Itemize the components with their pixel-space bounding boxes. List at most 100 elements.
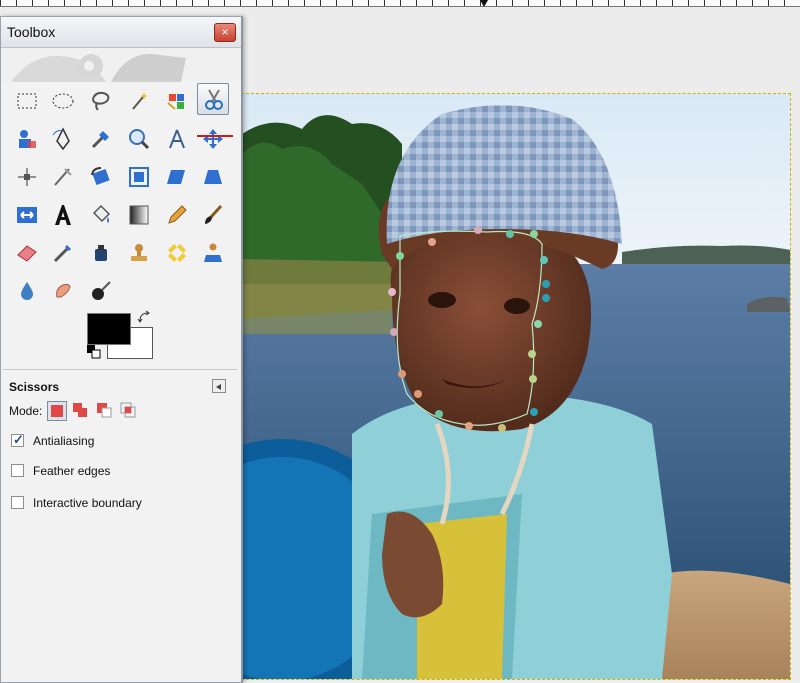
options-separator bbox=[3, 369, 237, 370]
perspective-tool[interactable] bbox=[197, 161, 229, 193]
zoom-tool[interactable] bbox=[123, 123, 155, 155]
ruler-pointer-marker bbox=[480, 0, 488, 7]
perspective-clone-tool[interactable] bbox=[197, 237, 229, 269]
blur-sharpen-tool[interactable] bbox=[11, 275, 43, 307]
pencil-icon bbox=[168, 205, 187, 224]
ellipse-select-tool[interactable] bbox=[47, 85, 79, 117]
water-drop-icon bbox=[21, 282, 33, 300]
bucket-icon bbox=[92, 204, 111, 223]
toolbox-title: Toolbox bbox=[7, 24, 56, 40]
tool-options-title: Scissors bbox=[9, 380, 60, 394]
mode-replace-button[interactable] bbox=[47, 401, 67, 421]
bucket-fill-tool[interactable] bbox=[85, 199, 117, 231]
triangle-left-icon bbox=[216, 384, 221, 390]
scissors-select-tool[interactable] bbox=[197, 83, 229, 115]
blend-tool[interactable] bbox=[123, 199, 155, 231]
antialiasing-checkbox[interactable]: ✓ bbox=[11, 432, 24, 447]
select-by-color-tool[interactable] bbox=[161, 85, 193, 117]
shear-tool[interactable] bbox=[161, 161, 193, 193]
color-area bbox=[87, 310, 153, 363]
eraser-icon bbox=[17, 245, 37, 262]
stamp-icon bbox=[131, 244, 147, 261]
dodge-burn-tool[interactable] bbox=[85, 275, 117, 307]
flip-tool[interactable] bbox=[11, 199, 43, 231]
perspective-icon bbox=[204, 170, 222, 184]
bandage-icon bbox=[168, 244, 186, 262]
mode-replace-icon bbox=[51, 405, 63, 417]
scissors-icon bbox=[205, 89, 223, 110]
tool-options-menu-button[interactable] bbox=[212, 379, 226, 393]
mode-add-button[interactable] bbox=[71, 401, 91, 421]
align-icon bbox=[18, 168, 36, 186]
compass-icon bbox=[169, 129, 185, 149]
scale-tool[interactable] bbox=[123, 161, 155, 193]
heal-tool[interactable] bbox=[161, 237, 193, 269]
eraser-tool[interactable] bbox=[11, 237, 43, 269]
interactive-boundary-checkbox[interactable] bbox=[11, 496, 24, 509]
toolbox-window: Toolbox × Scissors Mode: ✓ Antialiasing … bbox=[0, 16, 243, 683]
antialiasing-label: Antialiasing bbox=[33, 434, 95, 448]
active-tool-indicator bbox=[197, 135, 233, 137]
lasso-icon bbox=[92, 91, 110, 111]
text-tool[interactable] bbox=[47, 199, 79, 231]
paintbrush-tool[interactable] bbox=[197, 199, 229, 231]
move-tool[interactable] bbox=[197, 123, 229, 155]
text-a-icon bbox=[55, 205, 71, 225]
paths-pen-icon bbox=[52, 127, 70, 151]
rotate-tool[interactable] bbox=[85, 161, 117, 193]
rotate-icon bbox=[91, 167, 110, 186]
mode-intersect-icon bbox=[120, 402, 136, 418]
brush-icon bbox=[205, 204, 223, 224]
airbrush-tool[interactable] bbox=[47, 237, 79, 269]
magic-wand-icon bbox=[132, 92, 148, 110]
scale-icon bbox=[129, 167, 149, 187]
reset-colors-icon[interactable] bbox=[87, 345, 101, 359]
eyedropper-icon bbox=[91, 131, 109, 149]
mode-subtract-icon bbox=[97, 403, 112, 418]
free-select-tool[interactable] bbox=[85, 85, 117, 117]
align-tool[interactable] bbox=[11, 161, 43, 193]
wilber-drop-area[interactable] bbox=[1, 48, 241, 82]
mode-subtract-button[interactable] bbox=[95, 401, 115, 421]
toolbox-titlebar[interactable]: Toolbox × bbox=[1, 17, 241, 48]
horizontal-ruler bbox=[0, 0, 800, 7]
foreground-color-swatch[interactable] bbox=[87, 313, 131, 345]
foreground-select-tool[interactable] bbox=[11, 123, 43, 155]
smudge-finger-icon bbox=[56, 283, 71, 298]
ellipse-select-icon bbox=[52, 93, 74, 109]
fuzzy-select-tool[interactable] bbox=[123, 85, 155, 117]
interactive-boundary-label: Interactive boundary bbox=[33, 496, 142, 510]
image-canvas[interactable] bbox=[241, 93, 791, 680]
checkmark-icon: ✓ bbox=[13, 432, 24, 447]
ink-tool[interactable] bbox=[85, 237, 117, 269]
foreground-select-icon bbox=[19, 130, 36, 148]
ink-bottle-icon bbox=[95, 245, 107, 261]
photo-child-at-beach[interactable] bbox=[242, 94, 790, 679]
color-picker-tool[interactable] bbox=[85, 123, 117, 155]
dodge-burn-icon bbox=[92, 281, 111, 300]
mode-add-icon bbox=[73, 403, 87, 417]
swap-colors-icon[interactable] bbox=[137, 309, 153, 325]
smudge-tool[interactable] bbox=[47, 275, 79, 307]
crop-knife-icon bbox=[54, 168, 72, 186]
pencil-tool[interactable] bbox=[161, 199, 193, 231]
mode-label: Mode: bbox=[9, 404, 43, 418]
clone-tool[interactable] bbox=[123, 237, 155, 269]
crop-tool[interactable] bbox=[47, 161, 79, 193]
paths-tool[interactable] bbox=[47, 123, 79, 155]
feather-edges-label: Feather edges bbox=[33, 464, 111, 478]
rect-select-tool[interactable] bbox=[11, 85, 43, 117]
select-by-color-icon bbox=[167, 94, 184, 110]
perspective-stamp-icon bbox=[204, 243, 222, 262]
measure-tool[interactable] bbox=[161, 123, 193, 155]
mode-intersect-button[interactable] bbox=[119, 401, 139, 421]
shear-icon bbox=[167, 170, 185, 184]
feather-edges-checkbox[interactable] bbox=[11, 464, 24, 477]
airbrush-icon bbox=[53, 245, 71, 263]
wilber-logo-icon bbox=[11, 53, 186, 82]
move-arrows-icon bbox=[203, 129, 223, 149]
flip-icon bbox=[17, 207, 37, 223]
close-button[interactable]: × bbox=[214, 23, 236, 42]
rect-select-icon bbox=[17, 93, 37, 109]
gradient-icon bbox=[129, 205, 149, 225]
